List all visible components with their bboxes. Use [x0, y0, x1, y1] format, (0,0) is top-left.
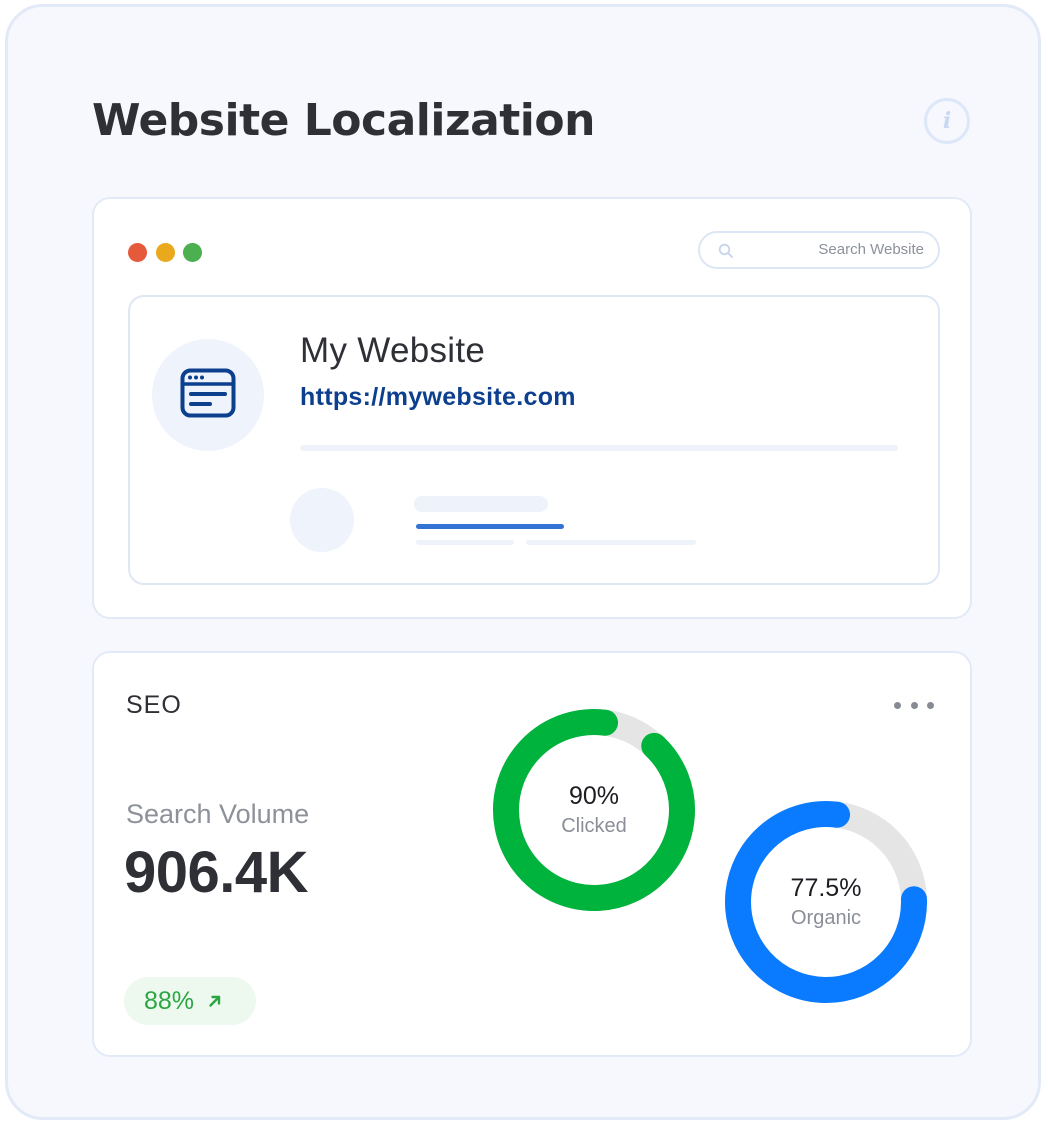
- site-url-link[interactable]: https://mywebsite.com: [300, 383, 576, 412]
- search-icon: [718, 243, 734, 263]
- info-button[interactable]: i: [924, 98, 970, 144]
- window-close-dot[interactable]: [128, 243, 147, 262]
- page-title: Website Localization: [92, 95, 595, 146]
- placeholder-avatar: [290, 488, 354, 552]
- placeholder-line: [300, 445, 898, 451]
- metric-value: 906.4K: [124, 840, 309, 905]
- window-maximize-dot[interactable]: [183, 243, 202, 262]
- site-avatar: [152, 339, 264, 451]
- clicked-label: Clicked: [561, 815, 627, 837]
- change-value: 88%: [144, 986, 195, 1015]
- clicked-donut-chart: 90% Clicked: [491, 707, 697, 913]
- placeholder-pill: [414, 496, 548, 512]
- seo-title: SEO: [126, 691, 182, 719]
- site-name: My Website: [300, 331, 486, 370]
- website-panel: My Website https://mywebsite.com: [128, 295, 940, 585]
- more-options-button[interactable]: [894, 693, 934, 717]
- organic-percent: 77.5%: [790, 874, 862, 902]
- browser-preview-card: Search Website My Website https://mywebs…: [92, 197, 972, 619]
- organic-donut-chart: 77.5% Organic: [723, 799, 929, 1005]
- info-icon: i: [942, 108, 952, 134]
- placeholder-line-short: [416, 540, 514, 545]
- search-placeholder: Search Website: [818, 241, 924, 258]
- more-horizontal-icon-dot: [894, 701, 901, 709]
- search-input[interactable]: Search Website: [698, 231, 940, 269]
- organic-donut-center: 77.5% Organic: [723, 799, 929, 1005]
- more-horizontal-icon-dot: [927, 701, 934, 709]
- clicked-percent: 90%: [568, 782, 620, 810]
- metric-label: Search Volume: [126, 799, 310, 829]
- browser-window-icon: [180, 368, 236, 422]
- website-localization-widget: Website Localization i Search Website My…: [5, 4, 1041, 1120]
- arrow-up-right-icon: [208, 994, 222, 1008]
- window-minimize-dot[interactable]: [156, 243, 175, 262]
- placeholder-progress-bar: [416, 524, 564, 529]
- clicked-donut-center: 90% Clicked: [491, 707, 697, 913]
- more-horizontal-icon-dot: [910, 701, 918, 709]
- placeholder-line-medium: [526, 540, 696, 545]
- seo-card: SEO Search Volume 906.4K 88% 90% Clicked…: [92, 651, 972, 1057]
- change-badge: 88%: [124, 977, 256, 1025]
- organic-label: Organic: [790, 907, 862, 929]
